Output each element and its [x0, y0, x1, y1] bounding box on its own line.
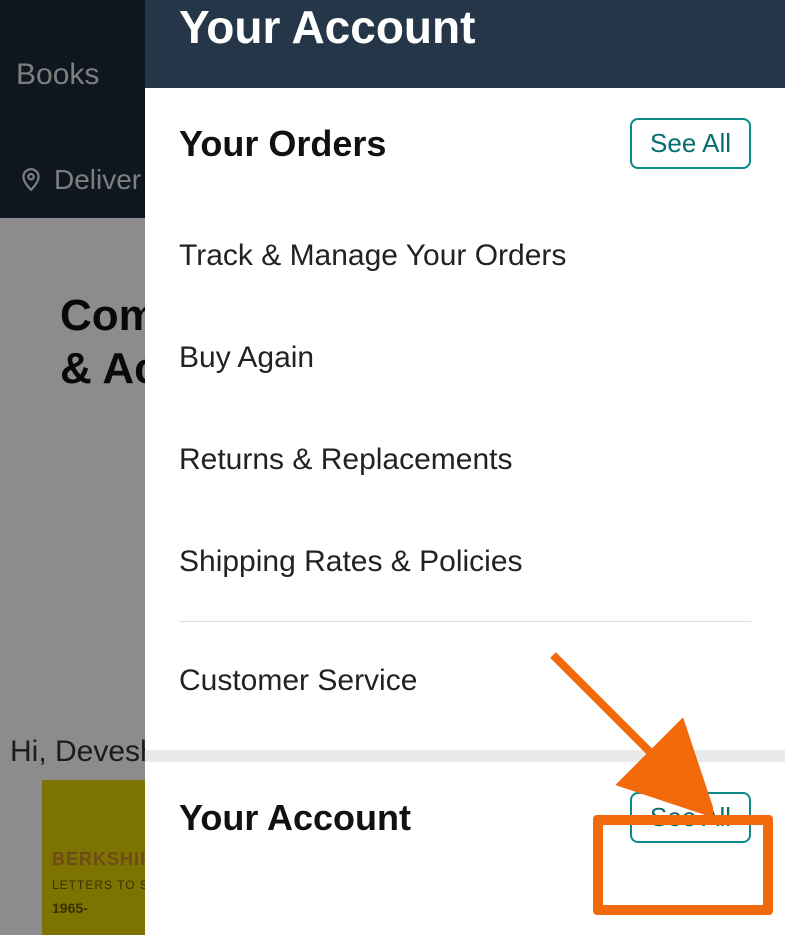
panel-header: Your Account	[145, 0, 785, 88]
section-your-account: Your Account See All	[145, 762, 785, 867]
your-account-title: Your Account	[179, 797, 411, 839]
menu-item-returns[interactable]: Returns & Replacements	[179, 409, 751, 511]
see-all-account-button[interactable]: See All	[630, 792, 751, 843]
menu-item-shipping[interactable]: Shipping Rates & Policies	[179, 511, 751, 613]
section-head-orders: Your Orders See All	[179, 118, 751, 169]
section-separator	[145, 750, 785, 762]
menu-item-customer-service[interactable]: Customer Service	[179, 630, 751, 732]
panel-title: Your Account	[179, 0, 751, 54]
menu-item-buy-again[interactable]: Buy Again	[179, 307, 751, 409]
divider	[179, 621, 751, 622]
section-your-orders: Your Orders See All Track & Manage Your …	[145, 88, 785, 750]
see-all-orders-button[interactable]: See All	[630, 118, 751, 169]
menu-item-track-manage[interactable]: Track & Manage Your Orders	[179, 205, 751, 307]
account-panel: Your Account Your Orders See All Track &…	[145, 0, 785, 935]
your-orders-title: Your Orders	[179, 123, 386, 165]
